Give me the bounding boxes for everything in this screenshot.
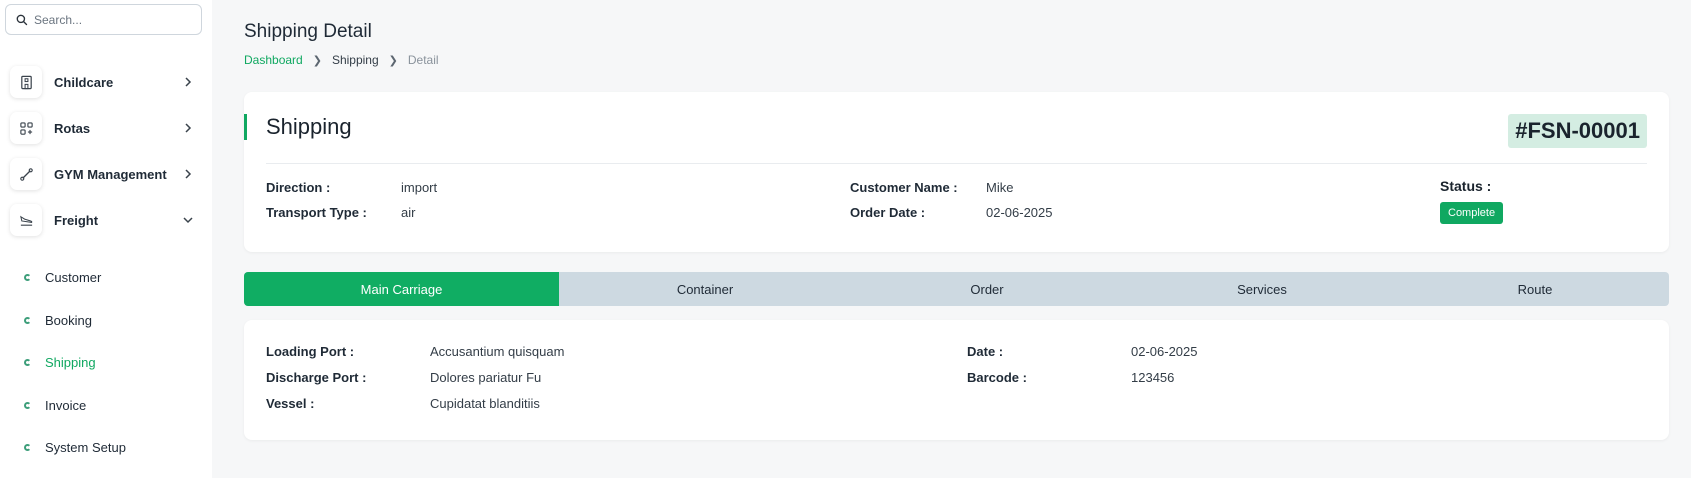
customer-name-label: Customer Name : — [850, 180, 958, 195]
vessel-label: Vessel : — [266, 396, 315, 411]
divider — [266, 163, 1647, 164]
bullet-icon — [24, 273, 31, 281]
vessel-value: Cupidatat blanditiis — [430, 396, 540, 411]
chevron-right-icon — [185, 77, 192, 87]
title-accent-bar — [244, 114, 247, 140]
tab-container[interactable]: Container — [559, 272, 851, 306]
chevron-right-icon — [185, 169, 192, 179]
status-badge: Complete — [1440, 202, 1504, 224]
sidebar-subitem-label: Shipping — [45, 354, 96, 370]
sidebar-item-rotas[interactable]: Rotas — [10, 111, 198, 145]
loading-port-label: Loading Port : — [266, 344, 355, 359]
tab-order[interactable]: Order — [851, 272, 1123, 306]
sidebar-item-label: Freight — [54, 212, 99, 228]
sidebar-subitem-shipping[interactable]: Shipping — [24, 352, 96, 372]
sidebar-item-label: Rotas — [54, 120, 91, 136]
breadcrumb-dashboard-link[interactable]: Dashboard — [244, 53, 303, 67]
detail-tabs: Main Carriage Container Order Services R… — [244, 272, 1669, 306]
breadcrumb: Dashboard ❯ Shipping ❯ Detail — [244, 53, 439, 67]
main-carriage-panel: Loading Port : Accusantium quisquam Disc… — [244, 320, 1669, 440]
bullet-icon — [24, 443, 31, 451]
discharge-port-label: Discharge Port : — [266, 370, 367, 385]
bullet-icon — [24, 358, 31, 366]
status-label: Status : — [1440, 178, 1492, 194]
barcode-label: Barcode : — [967, 370, 1027, 385]
shipment-id-badge: #FSN-00001 — [1508, 114, 1647, 148]
chevron-right-icon — [185, 123, 192, 133]
search-box[interactable] — [5, 4, 202, 35]
tab-main-carriage[interactable]: Main Carriage — [244, 272, 559, 306]
sidebar-subitem-label: System Setup — [45, 439, 126, 455]
grid-plus-icon — [19, 121, 33, 135]
chevron-right-icon: ❯ — [312, 54, 322, 67]
chevron-down-icon — [183, 217, 193, 224]
date-value: 02-06-2025 — [1131, 344, 1198, 359]
sidebar-subitem-label: Customer — [45, 269, 102, 285]
sidebar-subitem-system-setup[interactable]: System Setup — [24, 437, 126, 457]
sidebar-item-freight[interactable]: Freight — [10, 203, 198, 237]
dumbbell-icon — [19, 167, 33, 181]
shipping-summary-card: Shipping #FSN-00001 Direction : import T… — [244, 92, 1669, 252]
transport-type-label: Transport Type : — [266, 205, 367, 220]
tab-services[interactable]: Services — [1123, 272, 1401, 306]
page-title: Shipping Detail — [244, 21, 372, 42]
loading-port-value: Accusantium quisquam — [430, 344, 565, 359]
bullet-icon — [24, 316, 31, 324]
order-date-value: 02-06-2025 — [986, 205, 1053, 220]
sidebar-item-gym-management[interactable]: GYM Management — [10, 157, 198, 191]
order-date-label: Order Date : — [850, 205, 926, 220]
bullet-icon — [24, 401, 31, 409]
transport-type-value: air — [401, 205, 416, 220]
sidebar: Childcare Rotas GYM Mana — [0, 0, 212, 478]
barcode-value: 123456 — [1131, 370, 1175, 385]
sidebar-item-childcare[interactable]: Childcare — [10, 65, 198, 99]
direction-value: import — [401, 180, 438, 195]
tab-route[interactable]: Route — [1401, 272, 1669, 306]
sidebar-subitem-label: Invoice — [45, 397, 87, 413]
customer-name-value: Mike — [986, 180, 1014, 195]
sidebar-subitem-label: Booking — [45, 312, 92, 328]
chevron-right-icon: ❯ — [388, 54, 398, 67]
sidebar-subitem-customer[interactable]: Customer — [24, 267, 101, 287]
sidebar-subitem-booking[interactable]: Booking — [24, 310, 92, 330]
breadcrumb-current: Detail — [407, 53, 439, 67]
date-label: Date : — [967, 344, 1004, 359]
direction-label: Direction : — [266, 180, 331, 195]
breadcrumb-shipping-link[interactable]: Shipping — [332, 53, 379, 67]
search-icon — [16, 14, 28, 25]
sidebar-item-label: Childcare — [54, 74, 114, 90]
discharge-port-value: Dolores pariatur Fu — [430, 370, 542, 385]
search-input[interactable] — [34, 12, 194, 27]
card-title: Shipping — [266, 114, 352, 139]
sidebar-item-label: GYM Management — [54, 166, 167, 182]
plane-landing-icon — [19, 215, 32, 226]
building-icon — [20, 75, 32, 89]
sidebar-subitem-invoice[interactable]: Invoice — [24, 395, 86, 415]
